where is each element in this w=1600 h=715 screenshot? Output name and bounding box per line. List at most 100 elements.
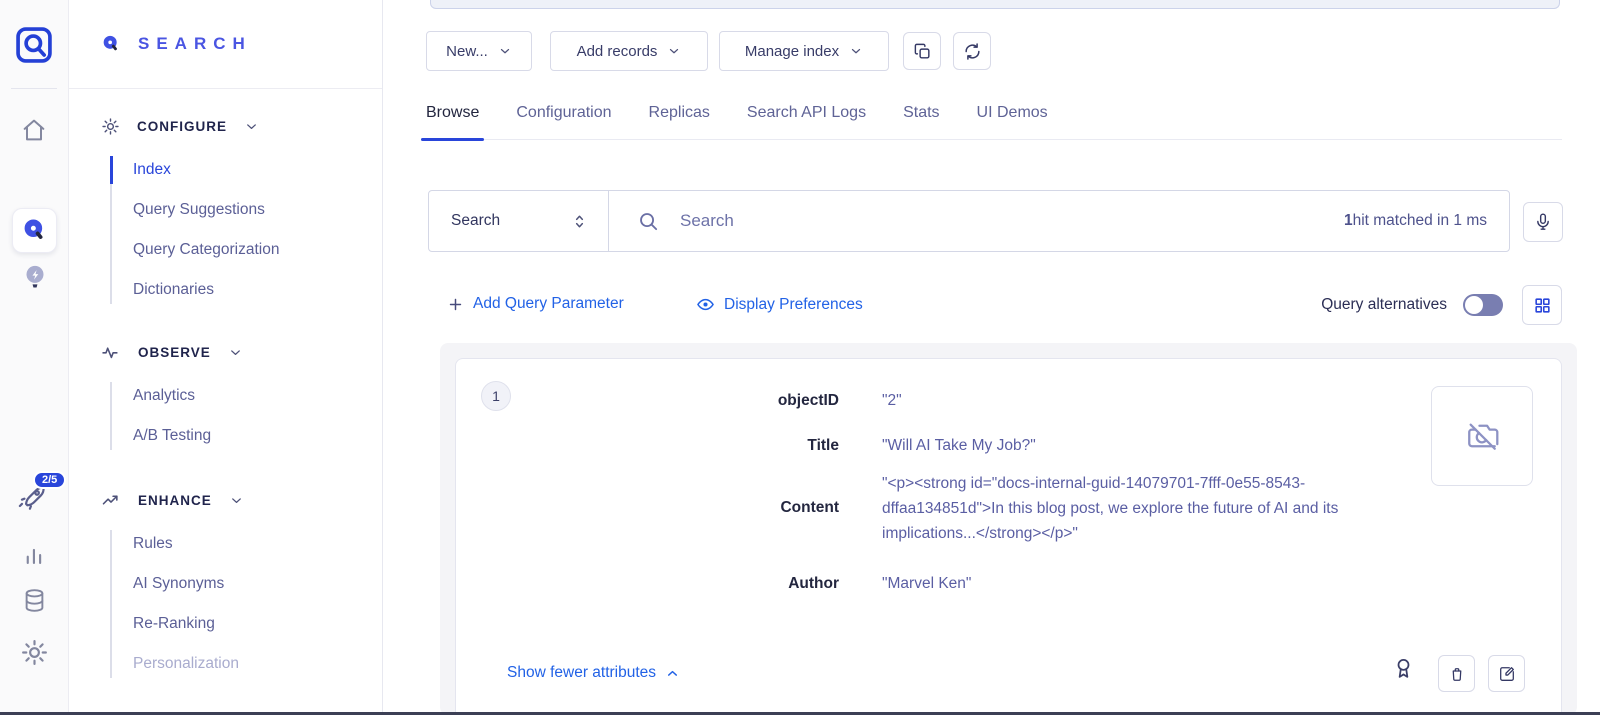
copy-index-button[interactable] bbox=[903, 32, 941, 70]
tab-ui-demos[interactable]: UI Demos bbox=[977, 104, 1048, 122]
search-filled-icon bbox=[21, 217, 48, 244]
grid-icon bbox=[1533, 296, 1552, 315]
field-value-author: "Marvel Ken" bbox=[882, 571, 971, 596]
manage-index-label: Manage index bbox=[745, 43, 839, 60]
search-product-icon bbox=[101, 34, 121, 54]
sidebar-item-re-ranking[interactable]: Re-Ranking bbox=[133, 604, 382, 644]
toggle-knob bbox=[1465, 296, 1483, 314]
field-value-objectid: "2" bbox=[882, 388, 902, 413]
sidebar-item-personalization[interactable]: Personalization bbox=[133, 644, 382, 684]
hit-rank-badge: 1 bbox=[481, 381, 511, 411]
tab-stats[interactable]: Stats bbox=[903, 104, 939, 122]
plus-icon bbox=[447, 296, 464, 313]
eye-icon bbox=[696, 295, 715, 314]
rail-item-search-active[interactable] bbox=[12, 208, 57, 253]
product-title: SEARCH bbox=[138, 34, 252, 54]
chevron-down-icon bbox=[667, 44, 681, 58]
select-chevrons-icon bbox=[571, 212, 588, 231]
usage-badge: 2/5 bbox=[33, 471, 66, 489]
search-icon bbox=[637, 210, 660, 233]
hits-text: hit matched in 1 ms bbox=[1353, 212, 1487, 230]
settings-gear-icon[interactable] bbox=[20, 638, 49, 667]
chevron-up-icon bbox=[665, 666, 680, 681]
manage-index-button[interactable]: Manage index bbox=[719, 31, 889, 71]
section-label: OBSERVE bbox=[138, 345, 211, 360]
display-preferences-link[interactable]: Display Preferences bbox=[696, 295, 863, 314]
rail-divider bbox=[11, 88, 57, 89]
recommend-bulb-icon[interactable] bbox=[20, 261, 50, 295]
pulse-icon bbox=[101, 342, 121, 362]
database-icon[interactable] bbox=[21, 587, 48, 614]
tab-search-api-logs[interactable]: Search API Logs bbox=[747, 104, 866, 122]
add-query-parameter-label: Add Query Parameter bbox=[473, 295, 624, 313]
new-button[interactable]: New... bbox=[426, 31, 532, 71]
voice-search-button[interactable] bbox=[1523, 202, 1563, 242]
edit-record-button[interactable] bbox=[1488, 655, 1525, 692]
sidebar-item-rules[interactable]: Rules bbox=[133, 524, 382, 564]
tab-browse[interactable]: Browse bbox=[426, 104, 479, 122]
field-value-content: "<p><strong id="docs-internal-guid-14079… bbox=[882, 471, 1398, 546]
sidebar-item-index[interactable]: Index bbox=[133, 150, 382, 190]
search-input[interactable] bbox=[680, 211, 1344, 231]
observe-group: Analytics A/B Testing bbox=[110, 376, 382, 456]
add-query-parameter-link[interactable]: Add Query Parameter bbox=[447, 295, 624, 313]
index-selector-remnant bbox=[430, 0, 1560, 9]
sidebar: SEARCH CONFIGURE Index Query Suggestions… bbox=[69, 0, 383, 715]
image-placeholder bbox=[1431, 386, 1533, 486]
section-observe[interactable]: OBSERVE bbox=[101, 342, 382, 362]
search-query-area bbox=[609, 191, 1344, 251]
field-label-title: Title bbox=[641, 437, 839, 455]
tab-replicas[interactable]: Replicas bbox=[649, 104, 710, 122]
search-mode-select[interactable]: Search bbox=[429, 191, 609, 251]
section-label: CONFIGURE bbox=[137, 119, 227, 134]
chevron-down-icon bbox=[228, 345, 243, 360]
hits-count: 1 bbox=[1344, 212, 1353, 230]
algolia-logo[interactable] bbox=[13, 24, 55, 66]
refresh-button[interactable] bbox=[953, 32, 991, 70]
sidebar-item-ab-testing[interactable]: A/B Testing bbox=[133, 416, 382, 456]
query-alternatives-toggle[interactable] bbox=[1463, 294, 1503, 316]
sidebar-item-ai-synonyms[interactable]: AI Synonyms bbox=[133, 564, 382, 604]
configure-group: Index Query Suggestions Query Categoriza… bbox=[110, 150, 382, 310]
sidebar-header: SEARCH bbox=[69, 0, 382, 89]
record-card: 1 objectID "2" Title "Will AI Take My Jo… bbox=[455, 358, 1562, 715]
display-preferences-label: Display Preferences bbox=[724, 296, 863, 314]
chevron-down-icon bbox=[498, 44, 512, 58]
chevron-down-icon bbox=[229, 493, 244, 508]
edit-icon bbox=[1498, 665, 1516, 683]
layout-grid-button[interactable] bbox=[1522, 285, 1562, 325]
show-fewer-attributes-link[interactable]: Show fewer attributes bbox=[507, 664, 680, 682]
award-ribbon-icon[interactable] bbox=[1391, 656, 1416, 681]
field-label-objectid: objectID bbox=[641, 392, 839, 410]
new-button-label: New... bbox=[446, 43, 488, 60]
analytics-bars-icon[interactable] bbox=[21, 541, 48, 568]
delete-record-button[interactable] bbox=[1438, 655, 1475, 692]
sidebar-item-analytics[interactable]: Analytics bbox=[133, 376, 382, 416]
trash-icon bbox=[1448, 665, 1466, 683]
camera-off-icon bbox=[1465, 419, 1499, 453]
add-records-button[interactable]: Add records bbox=[550, 31, 708, 71]
refresh-icon bbox=[963, 42, 982, 61]
icon-rail: 2/5 bbox=[0, 0, 69, 715]
trending-up-icon bbox=[101, 490, 121, 510]
sidebar-item-dictionaries[interactable]: Dictionaries bbox=[133, 270, 382, 310]
sidebar-item-query-categorization[interactable]: Query Categorization bbox=[133, 230, 382, 270]
add-records-label: Add records bbox=[577, 43, 658, 60]
enhance-group: Rules AI Synonyms Re-Ranking Personaliza… bbox=[110, 524, 382, 684]
gear-icon bbox=[101, 117, 120, 136]
query-alternatives-label: Query alternatives bbox=[1321, 296, 1447, 314]
field-label-author: Author bbox=[641, 575, 839, 593]
chevron-down-icon bbox=[244, 119, 259, 134]
section-configure[interactable]: CONFIGURE bbox=[101, 117, 382, 136]
show-fewer-label: Show fewer attributes bbox=[507, 664, 656, 682]
search-bar: Search 1 hit matched in 1 ms bbox=[428, 190, 1510, 252]
sidebar-item-query-suggestions[interactable]: Query Suggestions bbox=[133, 190, 382, 230]
field-label-content: Content bbox=[641, 499, 839, 517]
search-mode-value: Search bbox=[451, 212, 500, 230]
section-enhance[interactable]: ENHANCE bbox=[101, 490, 382, 510]
tab-configuration[interactable]: Configuration bbox=[516, 104, 611, 122]
copy-icon bbox=[913, 42, 932, 61]
section-label: ENHANCE bbox=[138, 493, 212, 508]
home-icon[interactable] bbox=[20, 116, 48, 144]
microphone-icon bbox=[1533, 212, 1553, 232]
